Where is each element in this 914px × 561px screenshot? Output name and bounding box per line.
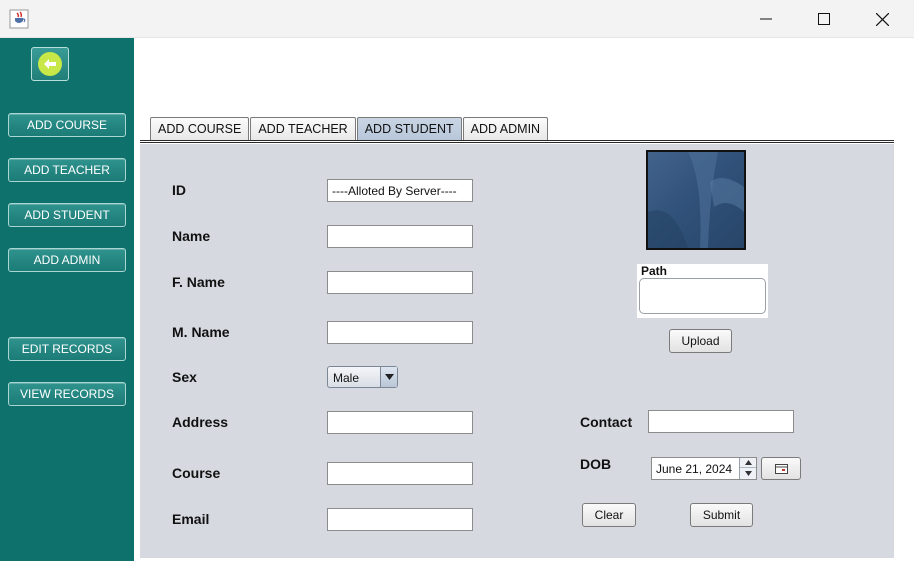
student-photo bbox=[646, 150, 746, 250]
minimize-button[interactable] bbox=[737, 0, 795, 38]
name-label: Name bbox=[172, 228, 211, 244]
path-label: Path bbox=[641, 264, 668, 278]
upload-button[interactable]: Upload bbox=[669, 329, 732, 353]
sidebar-add-teacher-button[interactable]: ADD TEACHER bbox=[8, 158, 126, 182]
sidebar-edit-records-button[interactable]: EDIT RECORDS bbox=[8, 337, 126, 361]
sidebar-add-admin-button[interactable]: ADD ADMIN bbox=[8, 248, 126, 272]
java-cup-icon bbox=[9, 9, 29, 29]
course-label: Course bbox=[172, 465, 221, 481]
name-field[interactable] bbox=[327, 225, 473, 248]
sidebar-add-course-button[interactable]: ADD COURSE bbox=[8, 113, 126, 137]
path-group: Path bbox=[637, 264, 768, 318]
address-label: Address bbox=[172, 414, 229, 430]
chevron-down-icon bbox=[380, 367, 397, 387]
sex-label: Sex bbox=[172, 369, 197, 385]
clear-button[interactable]: Clear bbox=[582, 503, 636, 527]
tab-divider bbox=[140, 140, 894, 141]
email-field[interactable] bbox=[327, 508, 473, 531]
sex-select-value: Male bbox=[333, 371, 360, 385]
id-field[interactable]: ----Alloted By Server---- bbox=[327, 179, 473, 202]
calendar-icon bbox=[774, 463, 788, 474]
sidebar: ADD COURSE ADD TEACHER ADD STUDENT ADD A… bbox=[0, 38, 134, 561]
add-student-panel bbox=[140, 144, 894, 558]
calendar-button[interactable] bbox=[761, 457, 801, 480]
sex-select[interactable]: Male bbox=[327, 366, 398, 388]
sidebar-add-student-button[interactable]: ADD STUDENT bbox=[8, 203, 126, 227]
minimize-icon bbox=[760, 18, 772, 20]
fname-label: F. Name bbox=[172, 274, 225, 290]
contact-label: Contact bbox=[580, 414, 633, 430]
close-button[interactable] bbox=[853, 0, 911, 38]
maximize-icon bbox=[818, 13, 830, 25]
tab-divider bbox=[140, 142, 894, 143]
spinner-up-icon[interactable] bbox=[740, 458, 756, 468]
arrow-left-icon bbox=[38, 52, 62, 76]
fname-field[interactable] bbox=[327, 271, 473, 294]
contact-field[interactable] bbox=[648, 410, 794, 433]
date-spinner[interactable] bbox=[739, 458, 756, 479]
id-label: ID bbox=[172, 182, 186, 198]
address-field[interactable] bbox=[327, 411, 473, 434]
dob-value: June 21, 2024 bbox=[656, 462, 733, 476]
dob-date-field[interactable]: June 21, 2024 bbox=[651, 457, 757, 480]
tab-add-course[interactable]: ADD COURSE bbox=[150, 117, 250, 140]
course-field[interactable] bbox=[327, 462, 473, 485]
email-label: Email bbox=[172, 511, 210, 527]
tab-add-teacher[interactable]: ADD TEACHER bbox=[250, 117, 356, 140]
tab-add-student[interactable]: ADD STUDENT bbox=[356, 117, 462, 140]
maximize-button[interactable] bbox=[795, 0, 853, 38]
title-bar bbox=[0, 0, 914, 38]
back-button[interactable] bbox=[31, 47, 69, 81]
tab-bar: ADD COURSE ADD TEACHER ADD STUDENT ADD A… bbox=[150, 117, 549, 141]
spinner-down-icon[interactable] bbox=[740, 468, 756, 478]
path-field[interactable] bbox=[639, 278, 766, 314]
tab-add-admin[interactable]: ADD ADMIN bbox=[462, 117, 549, 140]
mname-field[interactable] bbox=[327, 321, 473, 344]
sidebar-view-records-button[interactable]: VIEW RECORDS bbox=[8, 382, 126, 406]
submit-button[interactable]: Submit bbox=[690, 503, 753, 527]
dob-label: DOB bbox=[580, 456, 612, 472]
mname-label: M. Name bbox=[172, 324, 230, 340]
close-icon bbox=[875, 12, 889, 26]
